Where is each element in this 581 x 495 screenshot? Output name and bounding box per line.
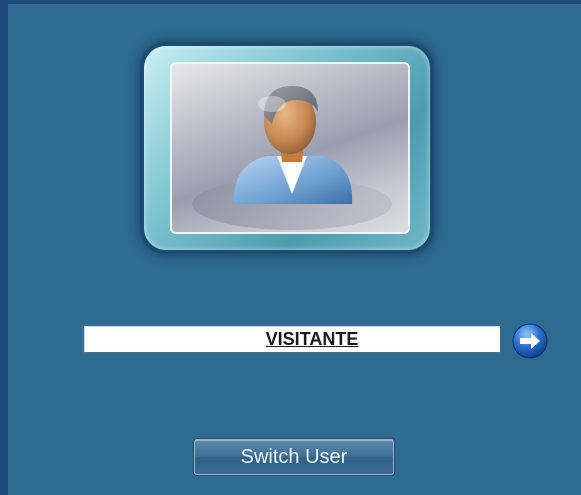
login-go-button[interactable] [512, 323, 548, 359]
avatar-frame [144, 46, 430, 250]
avatar [170, 62, 410, 234]
user-avatar-icon [192, 86, 392, 230]
arrow-right-circle-icon [512, 323, 548, 359]
login-screen: VISITANTE Switch User [0, 0, 581, 495]
username-field[interactable]: VISITANTE [82, 324, 502, 354]
username-label: VISITANTE [265, 328, 359, 349]
switch-user-button[interactable]: Switch User [194, 439, 394, 475]
